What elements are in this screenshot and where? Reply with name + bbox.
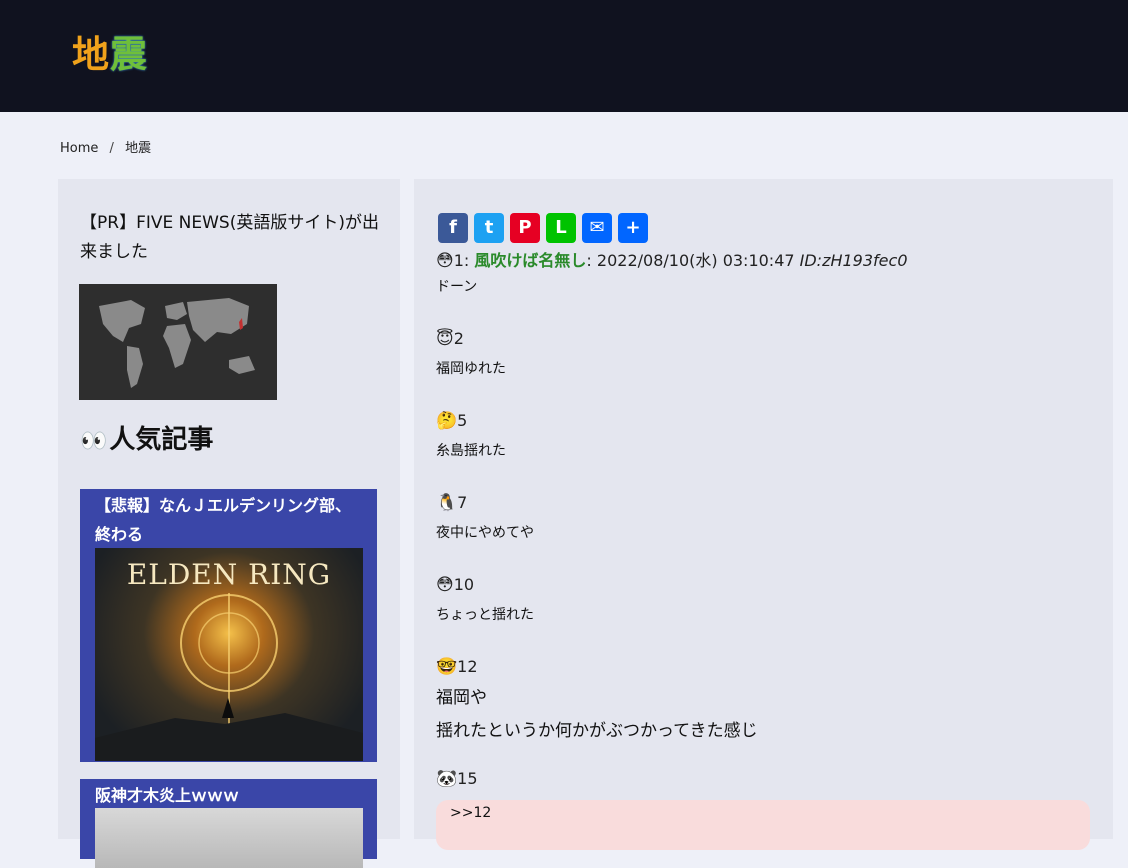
article-card[interactable]: 阪神才木炎上ｗｗｗ — [80, 779, 377, 868]
breadcrumb: Home / 地震 — [60, 137, 151, 156]
pinterest-icon: P — [518, 217, 532, 238]
line-share-button[interactable]: L — [546, 213, 576, 243]
share-plus-icon: + — [625, 217, 641, 238]
elden-ring-artwork — [95, 593, 363, 761]
facebook-share-button[interactable]: f — [438, 213, 468, 243]
article-content: f t P L ✉ + 😳1: 風吹けば名無し: 2022/08/10(水) 0… — [414, 179, 1113, 850]
popular-articles-heading: 👀人気記事 — [80, 419, 213, 456]
post-body-line: 揺れたというか何かがぶつかってきた感じ — [436, 721, 758, 741]
post-number: 1 — [453, 251, 464, 270]
flushed-face-icon: 😳 — [436, 575, 454, 595]
popular-articles-title: 人気記事 — [109, 425, 214, 455]
breadcrumb-home-link[interactable]: Home — [60, 141, 98, 156]
line-icon: L — [555, 217, 567, 238]
post-number: 15 — [457, 769, 478, 788]
post-date: : 2022/08/10(水) 03:10:47 — [586, 251, 800, 270]
site-header: 地震 — [0, 0, 1128, 112]
poster-id: ID:zH193fec0 — [799, 251, 908, 270]
post-body: ドーン — [436, 279, 478, 295]
pr-link[interactable]: 【PR】FIVE NEWS(英語版サイト)が出来ました — [80, 209, 380, 267]
generic-share-button[interactable]: + — [618, 213, 648, 243]
facebook-icon: f — [449, 217, 457, 238]
sidebar: 【PR】FIVE NEWS(英語版サイト)が出来ました 👀人気記事 【悲報】なん… — [58, 179, 400, 868]
article-card[interactable]: 【悲報】なんＪエルデンリング部、終わる ELDEN RING — [80, 489, 377, 762]
post-header: 😇2 — [436, 329, 464, 349]
twitter-share-button[interactable]: t — [474, 213, 504, 243]
reply-anchor-link[interactable]: >>12 — [450, 805, 491, 821]
twitter-icon: t — [484, 217, 494, 238]
post-body: ちょっと揺れた — [436, 607, 534, 623]
post-header: 🐧7 — [436, 493, 467, 513]
site-logo[interactable]: 地震 — [72, 24, 148, 78]
post-header: 😳10 — [436, 575, 474, 595]
flushed-face-icon: 😳 — [436, 251, 454, 271]
post-number: 12 — [457, 657, 478, 676]
article-title[interactable]: 阪神才木炎上ｗｗｗ — [80, 779, 377, 810]
post-body: 糸島揺れた — [436, 443, 506, 459]
email-icon: ✉ — [589, 217, 605, 238]
eyes-icon: 👀 — [80, 429, 108, 454]
post-body-line: 福岡や — [436, 688, 487, 708]
breadcrumb-current: 地震 — [125, 141, 152, 156]
article-thumbnail[interactable]: ELDEN RING — [95, 548, 363, 761]
email-share-button[interactable]: ✉ — [582, 213, 612, 243]
nerd-face-icon: 🤓 — [436, 657, 458, 677]
post-body: 福岡や 揺れたというか何かがぶつかってきた感じ — [436, 682, 758, 748]
post-header: 🐼15 — [436, 769, 478, 789]
article-thumbnail[interactable] — [95, 808, 363, 868]
post-body: 福岡ゆれた — [436, 361, 506, 377]
poster-name: 風吹けば名無し — [474, 251, 587, 270]
halo-face-icon: 😇 — [436, 329, 454, 349]
panda-icon: 🐼 — [436, 769, 458, 789]
post-number: 7 — [457, 493, 468, 512]
post-number: 5 — [457, 411, 468, 430]
thinking-face-icon: 🤔 — [436, 411, 458, 431]
post-body: 夜中にやめてや — [436, 525, 534, 541]
post-header: 😳1: 風吹けば名無し: 2022/08/10(水) 03:10:47 ID:z… — [436, 251, 908, 271]
penguin-icon: 🐧 — [436, 493, 458, 513]
post-number: 10 — [453, 575, 475, 594]
quoted-reply-box: >>12 — [436, 800, 1090, 850]
post-header: 🤔5 — [436, 411, 467, 431]
pinterest-share-button[interactable]: P — [510, 213, 540, 243]
world-map-graphic — [79, 284, 277, 400]
article-title[interactable]: 【悲報】なんＪエルデンリング部、終わる — [80, 489, 377, 549]
post-number: 2 — [453, 329, 464, 348]
world-map-image[interactable] — [79, 284, 277, 400]
post-header: 🤓12 — [436, 657, 478, 677]
breadcrumb-separator: / — [109, 141, 114, 156]
